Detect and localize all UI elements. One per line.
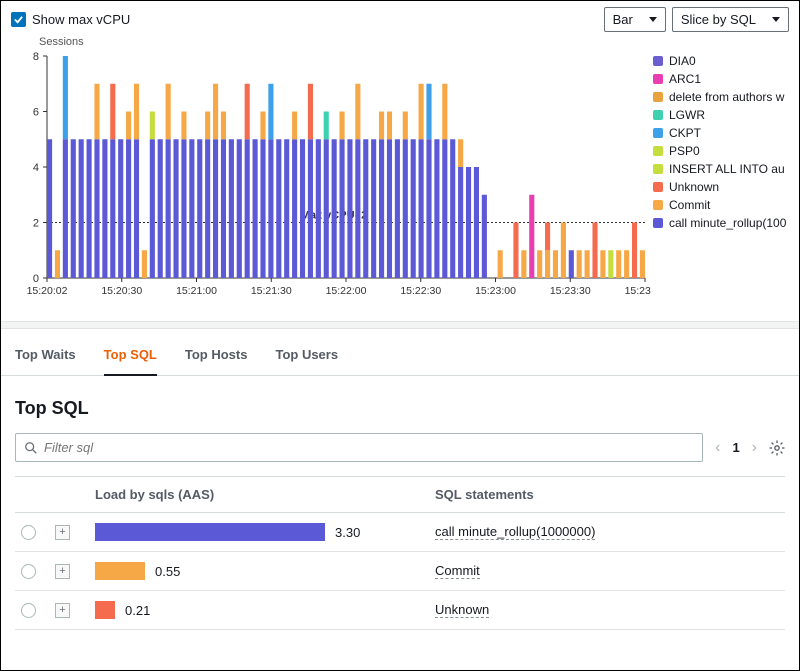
table-row: +3.30 call minute_rollup(1000000)	[15, 513, 785, 552]
legend-item[interactable]: ARC1	[653, 72, 789, 86]
svg-text:8: 8	[33, 51, 39, 63]
legend-swatch	[653, 218, 663, 228]
svg-text:15:23:30: 15:23:30	[550, 285, 591, 297]
legend-label: ARC1	[669, 72, 701, 86]
legend-label: LGWR	[669, 108, 705, 122]
legend-label: DIA0	[669, 54, 696, 68]
filter-input-wrap[interactable]	[15, 433, 703, 462]
sql-statement[interactable]: Commit	[435, 563, 480, 579]
legend-swatch	[653, 74, 663, 84]
legend-label: Unknown	[669, 180, 719, 194]
sql-statement[interactable]: call minute_rollup(1000000)	[435, 524, 595, 540]
legend-swatch	[653, 164, 663, 174]
table-row: +0.55 Commit	[15, 552, 785, 591]
chart-y-title: Sessions	[39, 36, 653, 48]
legend-item[interactable]: DIA0	[653, 54, 789, 68]
svg-text:15:23:00: 15:23:00	[475, 285, 516, 297]
svg-text:15:21:30: 15:21:30	[251, 285, 292, 297]
legend-item[interactable]: Unknown	[653, 180, 789, 194]
panel-title: Top SQL	[15, 398, 785, 419]
sessions-chart: 02468Max vCPU: 215:20:0215:20:3015:21:00…	[11, 48, 651, 308]
chart-type-value: Bar	[613, 12, 633, 27]
chart-legend: DIA0 ARC1 delete from authors w LGWR CKPT PSP…	[653, 36, 789, 311]
legend-swatch	[653, 200, 663, 210]
legend-item[interactable]: LGWR	[653, 108, 789, 122]
column-sql[interactable]: SQL statements	[435, 487, 785, 502]
load-value: 3.30	[335, 525, 360, 540]
legend-item[interactable]: call minute_rollup(100	[653, 216, 789, 230]
load-value: 0.21	[125, 603, 150, 618]
table-row: +0.21 Unknown	[15, 591, 785, 630]
tab-top-waits[interactable]: Top Waits	[15, 347, 76, 375]
row-radio[interactable]	[21, 564, 36, 579]
search-icon	[24, 441, 38, 455]
page-number: 1	[732, 440, 739, 455]
svg-text:6: 6	[33, 107, 39, 119]
svg-text:15:23:48: 15:23:48	[625, 285, 651, 297]
tab-top-hosts[interactable]: Top Hosts	[185, 347, 248, 375]
check-icon	[13, 14, 24, 25]
load-bar	[95, 562, 145, 580]
tabs-bar: Top Waits Top SQL Top Hosts Top Users	[1, 329, 799, 376]
caret-down-icon	[772, 17, 780, 22]
tab-top-users[interactable]: Top Users	[275, 347, 338, 375]
page-next-button[interactable]: ›	[752, 439, 757, 457]
load-value: 0.55	[155, 564, 180, 579]
expand-button[interactable]: +	[55, 525, 70, 540]
load-bar	[95, 601, 115, 619]
expand-button[interactable]: +	[55, 603, 70, 618]
tab-top-sql[interactable]: Top SQL	[104, 347, 157, 376]
section-divider	[1, 321, 799, 329]
svg-text:4: 4	[33, 162, 39, 174]
page-prev-button[interactable]: ‹	[715, 439, 720, 457]
legend-item[interactable]: PSP0	[653, 144, 789, 158]
legend-swatch	[653, 56, 663, 66]
svg-text:15:21:00: 15:21:00	[176, 285, 217, 297]
svg-text:0: 0	[33, 273, 39, 285]
legend-label: call minute_rollup(100	[669, 216, 786, 230]
show-max-vcpu-checkbox[interactable]	[11, 12, 26, 27]
legend-item[interactable]: INSERT ALL INTO au	[653, 162, 789, 176]
svg-text:15:22:30: 15:22:30	[400, 285, 441, 297]
load-bar	[95, 523, 325, 541]
slice-by-select[interactable]: Slice by SQL	[672, 7, 789, 32]
legend-item[interactable]: Commit	[653, 198, 789, 212]
show-max-vcpu-label: Show max vCPU	[32, 12, 130, 27]
expand-button[interactable]: +	[55, 564, 70, 579]
legend-label: delete from authors w	[669, 90, 784, 104]
sql-statement[interactable]: Unknown	[435, 602, 489, 618]
legend-label: CKPT	[669, 126, 701, 140]
svg-text:15:20:30: 15:20:30	[101, 285, 142, 297]
legend-swatch	[653, 110, 663, 120]
column-load[interactable]: Load by sqls (AAS)	[95, 487, 435, 502]
svg-text:15:22:00: 15:22:00	[326, 285, 367, 297]
settings-icon[interactable]	[769, 440, 785, 456]
row-radio[interactable]	[21, 603, 36, 618]
legend-swatch	[653, 146, 663, 156]
svg-text:2: 2	[33, 218, 39, 230]
svg-text:15:20:02: 15:20:02	[27, 285, 68, 297]
legend-swatch	[653, 92, 663, 102]
caret-down-icon	[649, 17, 657, 22]
legend-label: INSERT ALL INTO au	[669, 162, 785, 176]
legend-swatch	[653, 182, 663, 192]
slice-by-value: Slice by SQL	[681, 12, 756, 27]
legend-swatch	[653, 128, 663, 138]
row-radio[interactable]	[21, 525, 36, 540]
filter-sql-input[interactable]	[44, 440, 694, 455]
legend-item[interactable]: delete from authors w	[653, 90, 789, 104]
chart-type-select[interactable]: Bar	[604, 7, 666, 32]
legend-label: Commit	[669, 198, 710, 212]
legend-label: PSP0	[669, 144, 700, 158]
legend-item[interactable]: CKPT	[653, 126, 789, 140]
